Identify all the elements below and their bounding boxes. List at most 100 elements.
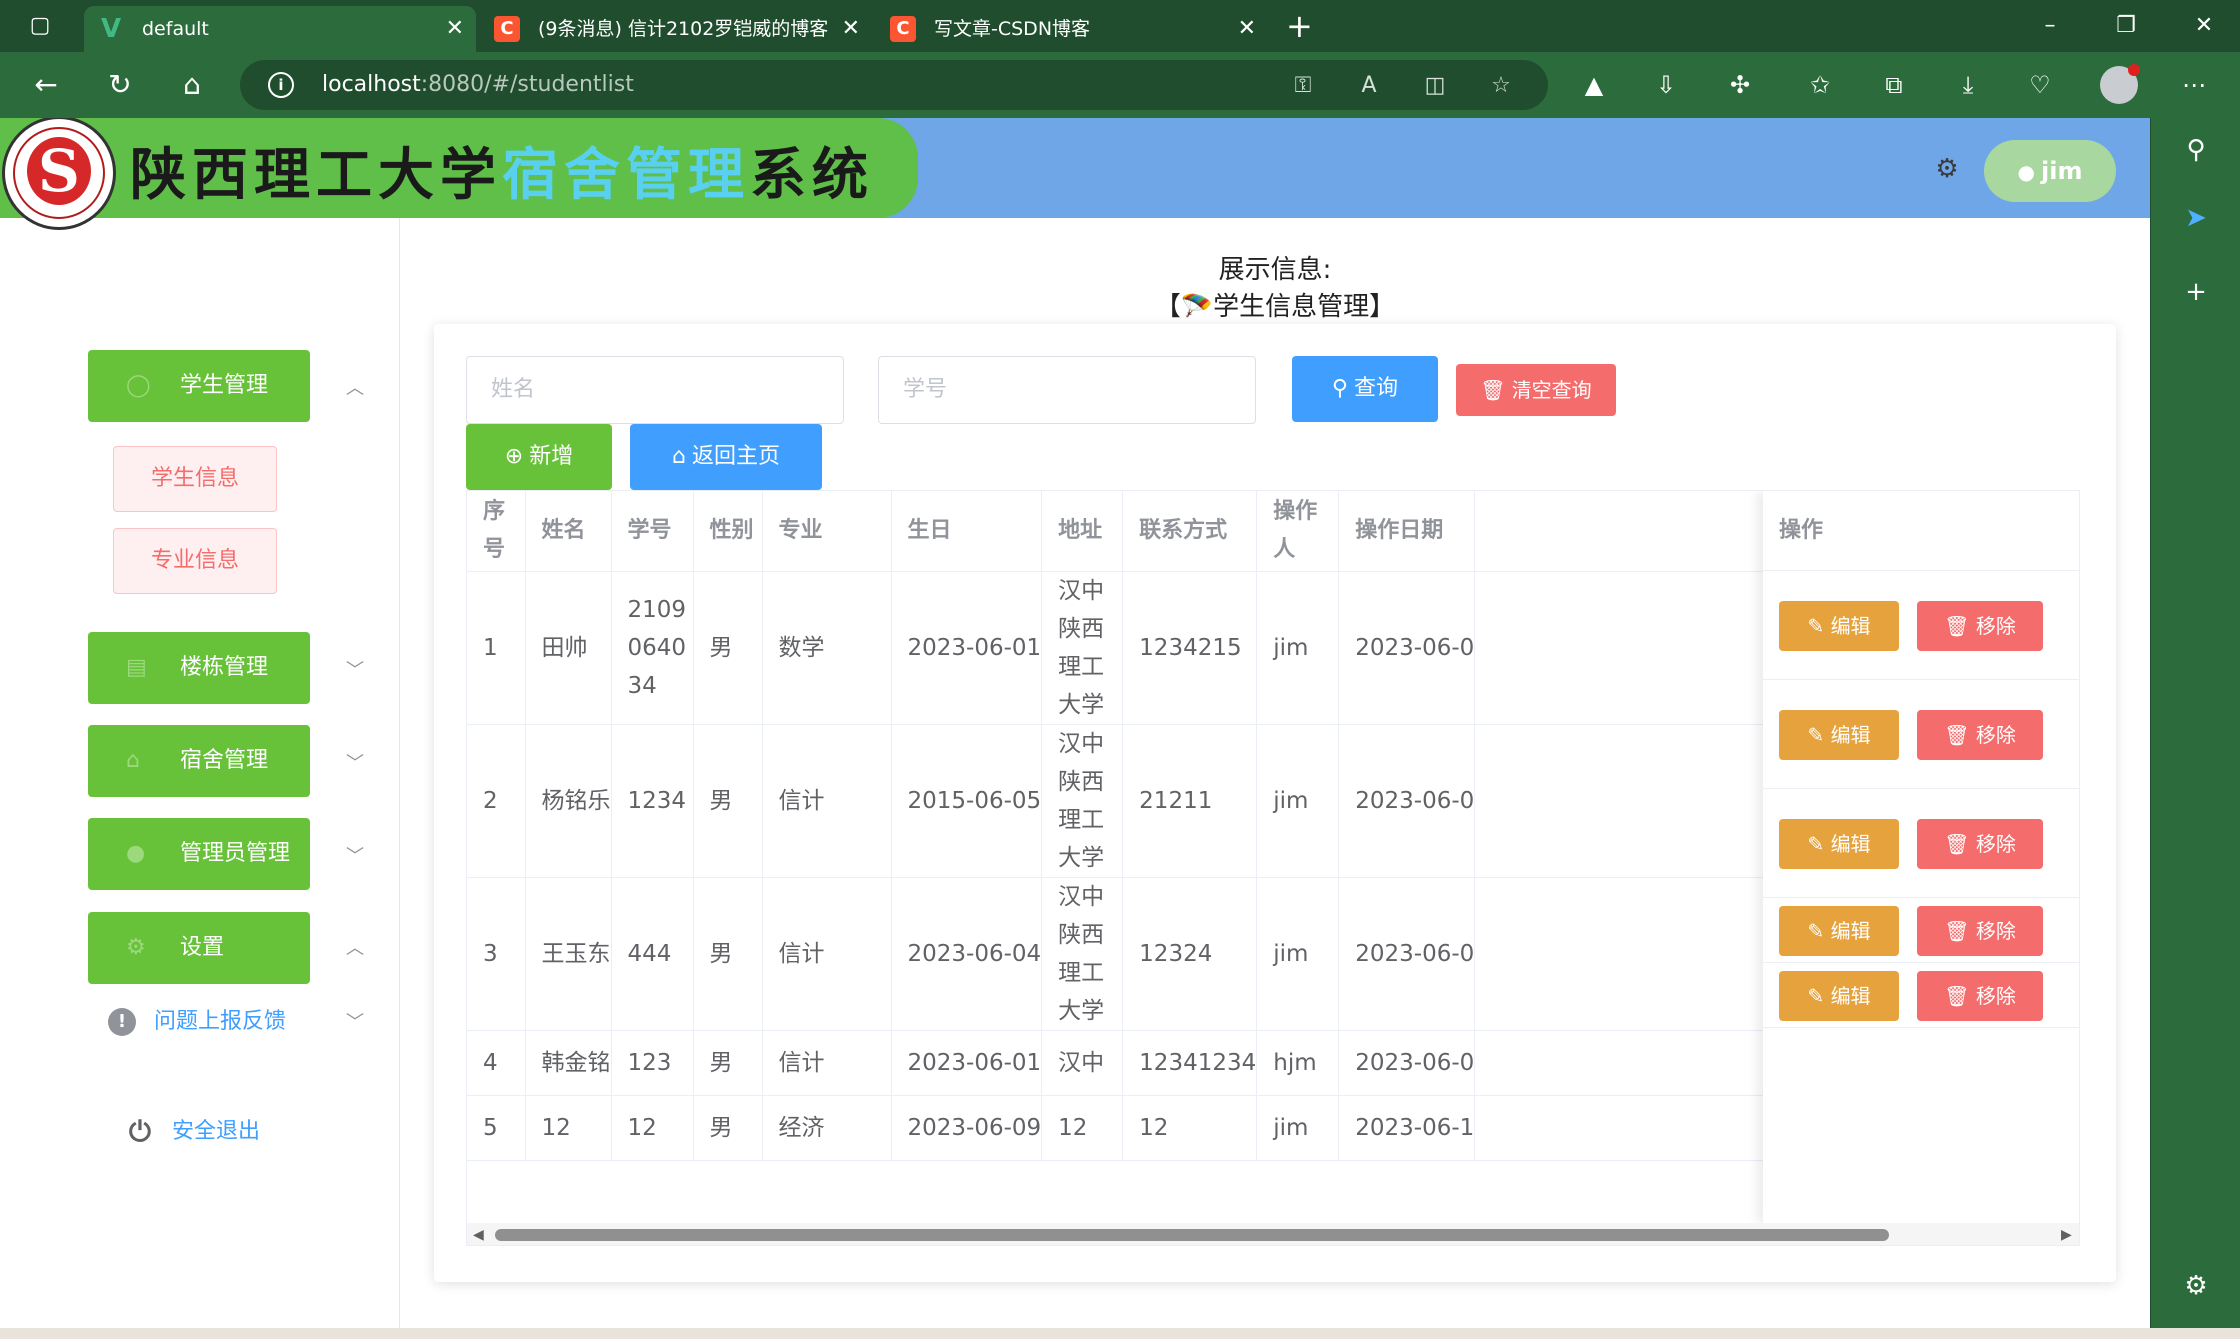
cell-index: 2: [467, 724, 526, 878]
edit-label: 编辑: [1830, 832, 1871, 856]
close-window-icon[interactable]: ✕: [2184, 8, 2224, 44]
col-header-birthday: 生日: [891, 491, 1043, 572]
cell-gender: 男: [693, 1030, 763, 1096]
menu-admin-management[interactable]: ● 管理员管理: [88, 818, 310, 890]
tab-actions-icon[interactable]: ▢: [22, 12, 58, 40]
scrollbar-thumb[interactable]: [495, 1229, 1889, 1241]
more-menu-icon[interactable]: ⋯: [2176, 67, 2212, 103]
menu-building-management[interactable]: ▤ 楼栋管理: [88, 632, 310, 704]
performance-icon[interactable]: ♡: [2022, 67, 2058, 103]
remove-button[interactable]: 🗑 移除: [1917, 710, 2043, 760]
cell-major: 信计: [762, 724, 892, 878]
cell-address: 12: [1041, 1095, 1124, 1161]
cell-address: 汉中陕西理工大学: [1041, 724, 1124, 878]
extensions-icon[interactable]: ✣: [1722, 67, 1758, 103]
col-header-actions: 操作: [1763, 491, 2079, 571]
trash-icon: 🗑: [1480, 378, 1506, 402]
remove-button[interactable]: 🗑 移除: [1917, 601, 2043, 651]
menu-student-management[interactable]: ◯ 学生管理: [88, 350, 310, 422]
cell-actions-placeholder: [1474, 1030, 1794, 1096]
cell-operator: jim: [1256, 1095, 1340, 1161]
tab-title: (9条消息) 信计2102罗铠威的博客: [538, 18, 829, 40]
cell-gender: 男: [693, 877, 763, 1031]
close-tab-icon[interactable]: ✕: [446, 6, 464, 52]
student-id-search-input[interactable]: 学号: [878, 356, 1256, 424]
favorite-star-icon[interactable]: ☆: [1486, 72, 1516, 100]
search-icon[interactable]: ⚲: [2178, 132, 2214, 168]
chevron-up-icon[interactable]: ︿: [344, 378, 366, 400]
edit-button[interactable]: ✎ 编辑: [1779, 601, 1899, 651]
browser-tab-default[interactable]: V default ✕: [84, 6, 476, 52]
gear-icon: ⚙: [126, 935, 146, 960]
menu-settings[interactable]: ⚙ 设置: [88, 912, 310, 984]
download-manager-icon[interactable]: ⇩: [1648, 67, 1684, 103]
close-tab-icon[interactable]: ✕: [1238, 6, 1256, 52]
split-screen-icon[interactable]: ◫: [1420, 72, 1450, 100]
extension-mountain-icon[interactable]: ▲: [1576, 67, 1612, 103]
chevron-down-icon[interactable]: ﹀: [344, 846, 366, 868]
menu-dorm-management[interactable]: ⌂ 宿舍管理: [88, 725, 310, 797]
add-button[interactable]: ⊕ 新增: [466, 424, 612, 490]
name-search-input[interactable]: 姓名: [466, 356, 844, 424]
clear-query-button[interactable]: 🗑 清空查询: [1456, 364, 1616, 416]
logout-link[interactable]: ⏻ 安全退出: [126, 1112, 260, 1152]
add-icon[interactable]: +: [2178, 274, 2214, 310]
refresh-icon[interactable]: ↻: [102, 67, 138, 103]
remove-button[interactable]: 🗑 移除: [1917, 971, 2043, 1021]
edit-icon: ✎: [1807, 984, 1831, 1008]
edit-button[interactable]: ✎ 编辑: [1779, 819, 1899, 869]
site-info-icon[interactable]: i: [268, 72, 294, 98]
key-icon[interactable]: ⚿: [1288, 72, 1318, 100]
edit-button[interactable]: ✎ 编辑: [1779, 906, 1899, 956]
submenu-major-info[interactable]: 专业信息: [113, 528, 277, 594]
back-icon[interactable]: ←: [28, 67, 64, 103]
browser-tab-csdn-write[interactable]: C 写文章-CSDN博客 ✕: [876, 6, 1268, 52]
chevron-up-icon[interactable]: ︿: [344, 938, 366, 960]
profile-avatar[interactable]: [2100, 64, 2140, 104]
side-menu: ◯ 学生管理 ︿ 学生信息 专业信息 ▤ 楼栋管理 ﹀ ⌂ 宿舍管理 ﹀ ● 管…: [0, 218, 400, 1328]
home-icon[interactable]: ⌂: [174, 67, 210, 103]
edit-button[interactable]: ✎ 编辑: [1779, 971, 1899, 1021]
downloads-icon[interactable]: ⤓: [1950, 67, 1986, 103]
scroll-right-icon[interactable]: ▶: [2061, 1225, 2072, 1245]
power-icon: ⏻: [128, 1115, 152, 1148]
close-tab-icon[interactable]: ✕: [842, 6, 860, 52]
logo-emblem: S: [27, 137, 91, 205]
chevron-down-icon[interactable]: ﹀: [344, 660, 366, 682]
chevron-down-icon[interactable]: ﹀: [344, 753, 366, 775]
gear-icon[interactable]: ⚙: [1932, 154, 1962, 184]
url-text[interactable]: localhost:8080/#/studentlist: [322, 60, 634, 110]
remove-button[interactable]: 🗑 移除: [1917, 819, 2043, 869]
cell-birthday: 2023-06-04: [891, 877, 1043, 1031]
remove-button[interactable]: 🗑 移除: [1917, 906, 2043, 956]
restore-icon[interactable]: ❐: [2106, 8, 2146, 44]
minimize-icon[interactable]: –: [2030, 8, 2070, 44]
cell-op-date: 2023-06-0: [1338, 1030, 1476, 1096]
edit-icon: ✎: [1807, 723, 1831, 747]
app-header: S 陕西理工大学宿舍管理系统 ⚙ ● jim: [0, 118, 2150, 230]
actions-fixed-column: 操作 ✎ 编辑 🗑 移除 ✎ 编辑 🗑 移除 ✎ 编辑 🗑 移除 ✎ 编辑 🗑 移除 ✎ 编辑 🗑…: [1763, 491, 2079, 1223]
remove-label: 移除: [1975, 919, 2016, 943]
query-button[interactable]: ⚲ 查询: [1292, 356, 1438, 422]
url-field[interactable]: i localhost:8080/#/studentlist ⚿ A ◫ ☆: [240, 60, 1548, 110]
send-icon[interactable]: ➤: [2178, 200, 2214, 236]
edit-button[interactable]: ✎ 编辑: [1779, 710, 1899, 760]
settings-icon[interactable]: ⚙: [2178, 1268, 2214, 1304]
cell-actions-placeholder: [1474, 877, 1794, 1031]
table-horizontal-scrollbar[interactable]: ◀ ▶: [467, 1223, 2079, 1245]
favorites-icon[interactable]: ✩: [1802, 67, 1838, 103]
scroll-left-icon[interactable]: ◀: [473, 1225, 484, 1245]
menu-feedback[interactable]: ! 问题上报反馈: [108, 1002, 286, 1042]
collections-icon[interactable]: ⧉: [1876, 67, 1912, 103]
cell-birthday: 2023-06-01: [891, 571, 1043, 725]
chevron-down-icon[interactable]: ﹀: [344, 1012, 366, 1034]
cell-contact: 21211: [1122, 724, 1258, 878]
back-home-button[interactable]: ⌂ 返回主页: [630, 424, 822, 490]
browser-tab-csdn-blog[interactable]: C (9条消息) 信计2102罗铠威的博客 ✕: [480, 6, 872, 52]
col-header-contact: 联系方式: [1122, 491, 1258, 572]
new-tab-icon[interactable]: +: [1286, 8, 1313, 44]
col-header-name: 姓名: [525, 491, 612, 572]
read-aloud-icon[interactable]: A: [1354, 72, 1384, 100]
submenu-student-info[interactable]: 学生信息: [113, 446, 277, 512]
user-menu[interactable]: ● jim: [1984, 140, 2116, 202]
